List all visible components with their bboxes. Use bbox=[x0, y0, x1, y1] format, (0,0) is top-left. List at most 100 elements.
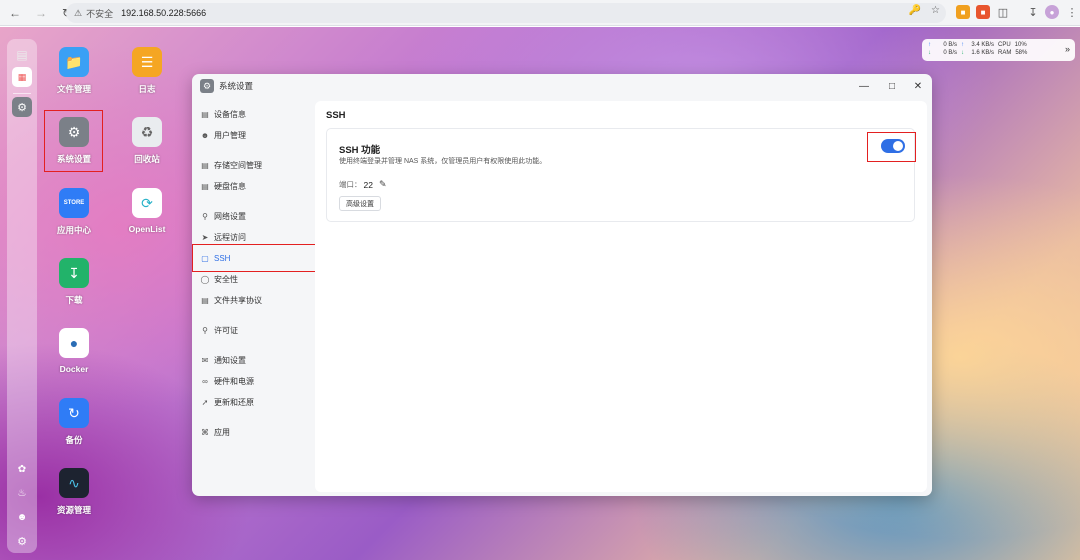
sidebar-item-update-restore[interactable]: ➚ 更新和还原 bbox=[200, 394, 310, 410]
desktop-icon-label: 资源管理 bbox=[56, 505, 91, 515]
store-icon: STORE bbox=[59, 188, 89, 218]
minimize-button[interactable]: — bbox=[856, 78, 872, 94]
folder-icon: 📁 bbox=[59, 47, 89, 77]
sidebar-item-label: 硬件和电源 bbox=[214, 376, 254, 386]
ssh-card: SSH 功能 使用终端登录并管理 NAS 系统，仅管理员用户有权限使用此功能。 … bbox=[326, 128, 916, 222]
openlist-icon: ⟳ bbox=[132, 188, 162, 218]
settings-window: ⚙ 系统设置 — □ ✕ ▤ 设备信息 ☻ 用户管理 ▤ 存储空间管理 ▤ 硬盘… bbox=[192, 74, 932, 496]
network-icon: ⚲ bbox=[202, 211, 208, 221]
desktop-icon-log[interactable]: ☰ 日志 bbox=[117, 47, 177, 95]
desktop-icon-docker[interactable]: ● Docker bbox=[44, 328, 104, 374]
gear-icon[interactable]: ⚙ bbox=[12, 531, 32, 551]
upload-speed: 0 B/s bbox=[943, 42, 957, 48]
star-icon[interactable]: ☆ bbox=[931, 5, 940, 16]
sidebar-item-label: 硬盘信息 bbox=[214, 181, 246, 191]
settings-sidebar: ▤ 设备信息 ☻ 用户管理 ▤ 存储空间管理 ▤ 硬盘信息 ⚲ 网络设置 ➤ 远… bbox=[192, 98, 314, 496]
sidebar-item-notifications[interactable]: ✉ 通知设置 bbox=[200, 352, 310, 368]
sidebar-item-label: 远程访问 bbox=[214, 232, 246, 242]
maximize-button[interactable]: □ bbox=[884, 78, 900, 94]
user-icon[interactable]: ☻ bbox=[12, 507, 32, 527]
desktop-icon-recycle-bin[interactable]: ♻ 回收站 bbox=[117, 117, 177, 165]
edit-icon[interactable]: ✎ bbox=[379, 179, 387, 190]
sidebar-item-security[interactable]: ◯ 安全性 bbox=[200, 271, 310, 287]
recycle-bin-icon: ♻ bbox=[132, 117, 162, 147]
desktop-icon-label: 文件管理 bbox=[56, 84, 91, 94]
security-label: 不安全 bbox=[86, 8, 114, 19]
log-icon: ☰ bbox=[132, 47, 162, 77]
user-icon: ☻ bbox=[200, 130, 210, 140]
sidebar-item-user-management[interactable]: ☻ 用户管理 bbox=[200, 127, 310, 143]
ram-value: 58% bbox=[1015, 50, 1028, 56]
highlight-settings-icon bbox=[44, 110, 103, 172]
sidebar-item-apps[interactable]: ⌘ 应用 bbox=[200, 424, 310, 440]
address-bar[interactable]: ⚠ 不安全 192.168.50.228:5666 🔑 ☆ bbox=[66, 3, 946, 23]
page-title: SSH bbox=[326, 110, 346, 121]
monitor-icon[interactable]: ▤ bbox=[12, 45, 32, 65]
sidebar-item-file-sharing[interactable]: ▤ 文件共享协议 bbox=[200, 292, 310, 308]
download-icon[interactable]: ↧ bbox=[1026, 5, 1040, 19]
dock-divider bbox=[13, 93, 31, 94]
rocket-icon: ➚ bbox=[201, 397, 209, 407]
advanced-settings-button[interactable]: 高级设置 bbox=[339, 196, 381, 211]
settings-app-icon: ⚙ bbox=[200, 79, 214, 93]
desktop-icon-file-manager[interactable]: 📁 文件管理 bbox=[44, 47, 104, 95]
sidebar-item-remote-access[interactable]: ➤ 远程访问 bbox=[200, 229, 310, 245]
highlight-ssh-toggle bbox=[867, 132, 916, 162]
ssh-title: SSH 功能 bbox=[339, 145, 381, 156]
sidebar-item-device-info[interactable]: ▤ 设备信息 bbox=[200, 106, 310, 122]
desktop-icon-openlist[interactable]: ⟳ OpenList bbox=[117, 188, 177, 234]
extension-icon[interactable]: ■ bbox=[956, 5, 970, 19]
desktop: ▤ ▦ ⚙ ✿ ♨ ☻ ⚙ 📁 文件管理 ⚙ 系统设置 STORE 应用中心 ↧… bbox=[0, 27, 1080, 560]
sidebar-item-disk-info[interactable]: ▤ 硬盘信息 bbox=[200, 178, 310, 194]
sidebar-item-storage[interactable]: ▤ 存储空间管理 bbox=[200, 157, 310, 173]
desktop-icon-download[interactable]: ↧ 下载 bbox=[44, 258, 104, 306]
device-icon: ▤ bbox=[201, 109, 209, 119]
profile-avatar[interactable]: ● bbox=[1045, 5, 1059, 19]
sidebar-item-license[interactable]: ⚲ 许可证 bbox=[200, 322, 310, 338]
sidebar-item-label: 文件共享协议 bbox=[214, 295, 262, 305]
sidebar-item-label: 应用 bbox=[214, 427, 230, 437]
desktop-icon-backup[interactable]: ↻ 备份 bbox=[44, 398, 104, 446]
sidebar-item-label: 通知设置 bbox=[214, 355, 246, 365]
send-icon: ➤ bbox=[201, 232, 209, 242]
extension-icon[interactable]: ■ bbox=[976, 5, 990, 19]
menu-icon[interactable]: ⋮ bbox=[1065, 5, 1079, 19]
settings-dock-icon[interactable]: ⚙ bbox=[12, 97, 32, 117]
desktop-icon-app-center[interactable]: STORE 应用中心 bbox=[44, 188, 104, 236]
key-icon: ⚲ bbox=[202, 325, 208, 335]
port-value: 22 bbox=[363, 179, 373, 190]
sidebar-item-label: 安全性 bbox=[214, 274, 238, 284]
desktop-icon-resource-monitor[interactable]: ∿ 资源管理 bbox=[44, 468, 104, 516]
docker-icon: ● bbox=[59, 328, 89, 358]
disk-icon: ▤ bbox=[201, 181, 209, 191]
desktop-icon-label: 回收站 bbox=[134, 154, 160, 164]
app-center-dock-icon[interactable]: ✿ bbox=[12, 459, 32, 479]
sidebar-item-hardware-power[interactable]: ∞ 硬件和电源 bbox=[200, 373, 310, 389]
warning-icon: ⚠ bbox=[74, 7, 83, 18]
sidebar-item-label: 许可证 bbox=[214, 325, 238, 335]
power-icon: ∞ bbox=[202, 376, 208, 386]
sidebar-item-label: 用户管理 bbox=[214, 130, 246, 140]
collapse-icon[interactable]: » bbox=[1065, 44, 1070, 54]
key-icon[interactable]: 🔑 bbox=[909, 5, 921, 16]
sidebar-item-label: 更新和还原 bbox=[214, 397, 254, 407]
back-icon[interactable]: ← bbox=[4, 2, 26, 24]
sidebar-item-network[interactable]: ⚲ 网络设置 bbox=[200, 208, 310, 224]
network-widget: ↑ 0 B/s ↑ 3.4 KB/s CPU 10% ↓ 0 B/s ↓ 1.6… bbox=[922, 39, 1075, 61]
download-icon: ↧ bbox=[59, 258, 89, 288]
sidebar-item-label: 设备信息 bbox=[214, 109, 246, 119]
backup-icon: ↻ bbox=[59, 398, 89, 428]
forward-icon[interactable]: → bbox=[30, 2, 52, 24]
dock: ▤ ▦ ⚙ ✿ ♨ ☻ ⚙ bbox=[7, 39, 37, 553]
ssh-description: 使用终端登录并管理 NAS 系统，仅管理员用户有权限使用此功能。 bbox=[339, 158, 547, 165]
window-title: 系统设置 bbox=[219, 81, 254, 91]
extensions-puzzle-icon[interactable]: ◫ bbox=[996, 5, 1010, 19]
bell-icon[interactable]: ♨ bbox=[12, 483, 32, 503]
window-titlebar[interactable]: ⚙ 系统设置 — □ ✕ bbox=[192, 74, 932, 98]
desktop-icon-label: 下载 bbox=[65, 295, 83, 305]
apps-grid-icon[interactable]: ▦ bbox=[12, 67, 32, 87]
desktop-icon-label: 备份 bbox=[65, 435, 83, 445]
storage-icon: ▤ bbox=[201, 160, 209, 170]
download-speed: 0 B/s bbox=[943, 50, 957, 56]
close-button[interactable]: ✕ bbox=[910, 78, 926, 94]
